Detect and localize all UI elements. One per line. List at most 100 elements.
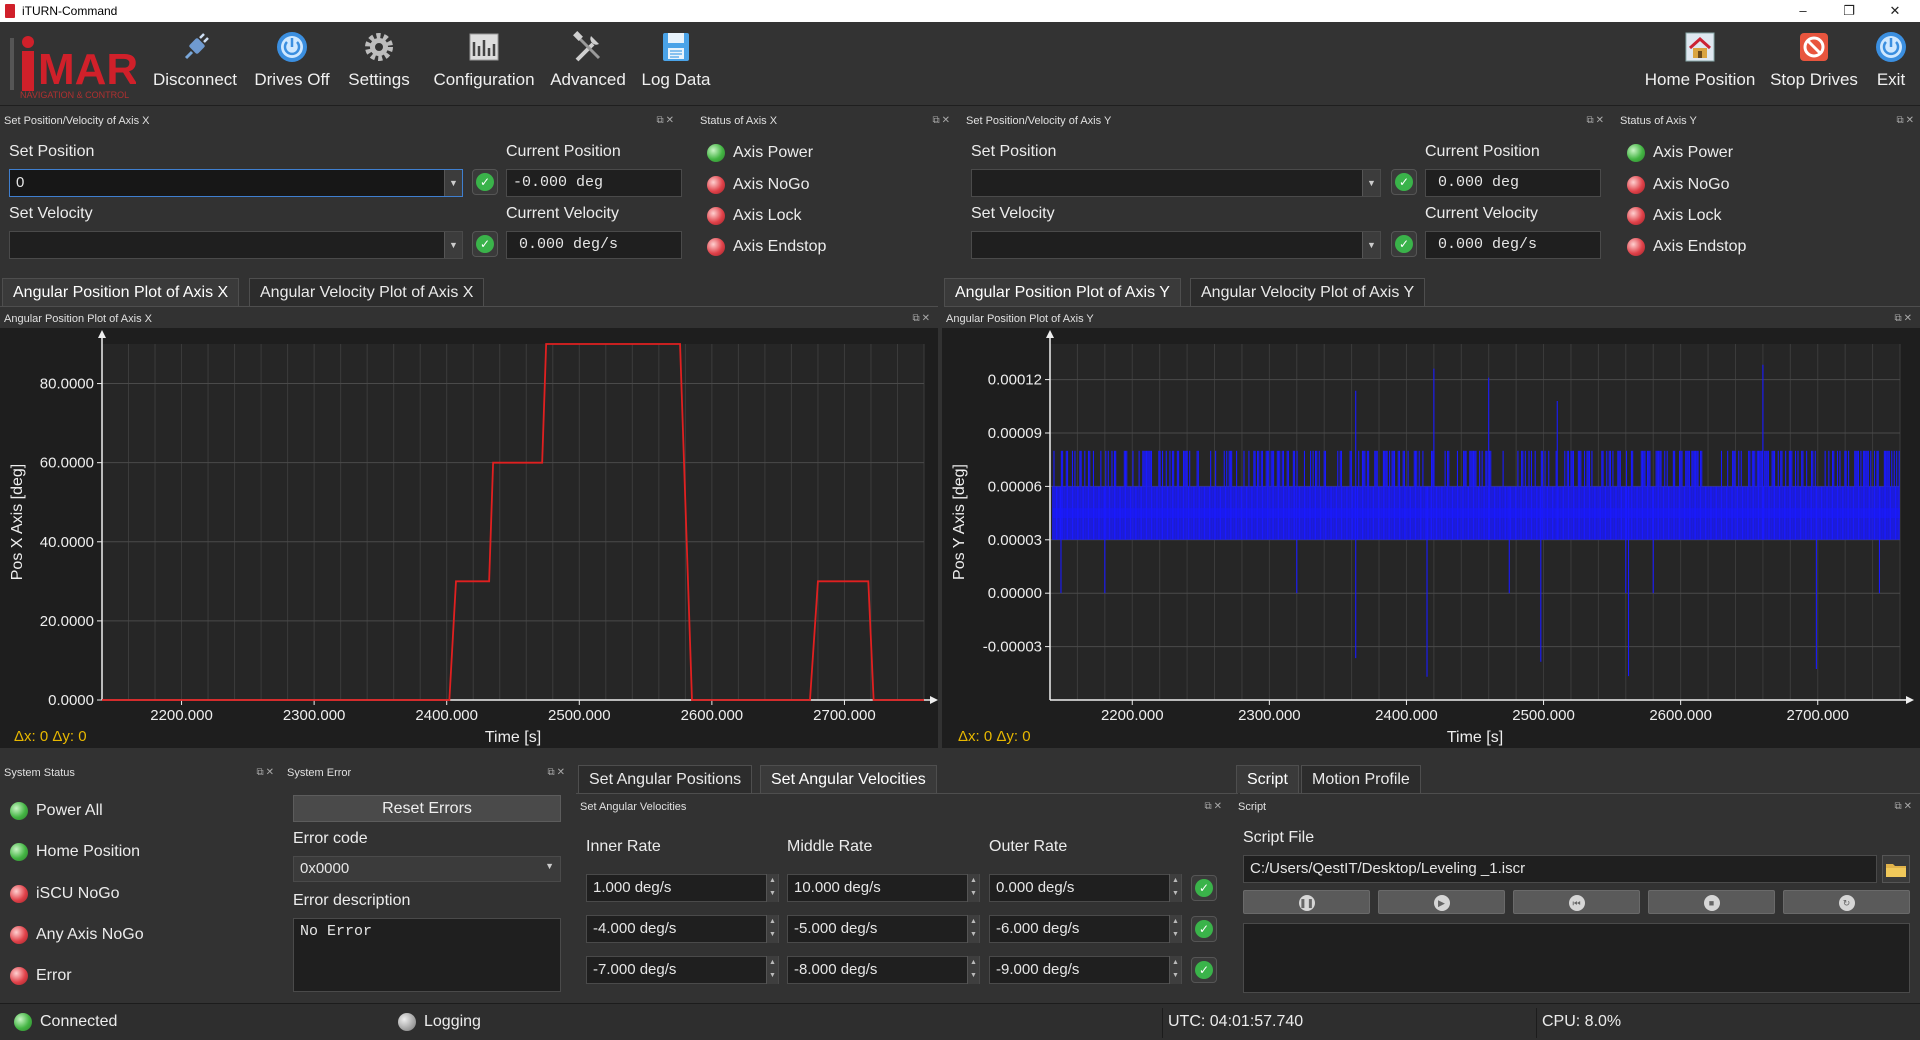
- set-position-input-y[interactable]: [971, 169, 1381, 197]
- dock-float-close-icons[interactable]: ⧉✕: [547, 765, 567, 781]
- tab-position-plot-x[interactable]: Angular Position Plot of Axis X: [2, 278, 240, 306]
- dock-float-close-icons[interactable]: ⧉✕: [912, 311, 932, 327]
- repeat-button[interactable]: ↻: [1783, 890, 1910, 914]
- tab-set-angular-velocities[interactable]: Set Angular Velocities: [760, 765, 937, 793]
- error-code-label: Error code: [293, 830, 368, 847]
- apply-position-button-x[interactable]: ✓: [472, 169, 498, 195]
- rate-input[interactable]: -9.000 deg/s: [989, 956, 1182, 984]
- spin-buttons-icon[interactable]: ▲ ▼: [1169, 915, 1181, 943]
- script-file-input[interactable]: C:/Users/QestIT/Desktop/Leveling _1.iscr: [1243, 855, 1877, 883]
- app-icon: [5, 4, 15, 18]
- set-velocity-input-x[interactable]: [9, 231, 463, 259]
- dock-float-close-icons[interactable]: ⧉✕: [1586, 113, 1606, 129]
- stop-drives-button[interactable]: Stop Drives: [1766, 30, 1862, 102]
- skip-back-button[interactable]: ⏮: [1513, 890, 1640, 914]
- stop-button[interactable]: ■: [1648, 890, 1775, 914]
- settings-button[interactable]: Settings: [342, 30, 416, 102]
- y-axis-label: Pos Y Axis [deg]: [951, 464, 968, 580]
- dock-float-close-icons[interactable]: ⧉✕: [1894, 311, 1914, 327]
- script-output-box: [1243, 923, 1910, 993]
- drives-off-button[interactable]: Drives Off: [250, 30, 334, 102]
- rate-input[interactable]: 1.000 deg/s: [586, 874, 779, 902]
- dock-float-close-icons[interactable]: ⧉✕: [1896, 113, 1916, 129]
- dock-float-close-icons[interactable]: ⧉✕: [1894, 799, 1914, 815]
- dock-float-close-icons[interactable]: ⧉✕: [1204, 799, 1224, 815]
- chevron-down-icon[interactable]: ▼: [444, 232, 462, 258]
- rate-input[interactable]: -7.000 deg/s: [586, 956, 779, 984]
- status-label-axis-lock-y: Axis Lock: [1653, 207, 1722, 224]
- close-button[interactable]: ✕: [1878, 1, 1912, 21]
- delta-readout-y: Δx: 0 Δy: 0: [958, 728, 1031, 745]
- pause-button[interactable]: ❚❚: [1243, 890, 1370, 914]
- spin-buttons-icon[interactable]: ▲ ▼: [766, 915, 778, 943]
- x-axis-label: Time [s]: [1447, 729, 1503, 746]
- apply-position-button-y[interactable]: ✓: [1391, 169, 1417, 195]
- status-led-axis-nogo-x: [707, 176, 725, 194]
- disconnect-button[interactable]: Disconnect: [150, 30, 240, 102]
- dock-float-close-icons[interactable]: ⧉✕: [656, 113, 676, 129]
- rate-input[interactable]: 0.000 deg/s: [989, 874, 1182, 902]
- log-data-button[interactable]: Log Data: [636, 30, 716, 102]
- y-tick-label: 0.00012: [988, 372, 1042, 389]
- tab-velocity-plot-x[interactable]: Angular Velocity Plot of Axis X: [249, 278, 485, 306]
- minimize-button[interactable]: –: [1786, 1, 1820, 21]
- dock-float-close-icons[interactable]: ⧉✕: [256, 765, 276, 781]
- chevron-down-icon[interactable]: ▼: [1362, 170, 1380, 196]
- rate-input[interactable]: -6.000 deg/s: [989, 915, 1182, 943]
- tab-velocity-plot-y[interactable]: Angular Velocity Plot of Axis Y: [1190, 278, 1426, 306]
- apply-rate-button[interactable]: ✓: [1191, 875, 1217, 901]
- rate-input[interactable]: -8.000 deg/s: [787, 956, 980, 984]
- maximize-button[interactable]: ❐: [1832, 1, 1866, 21]
- chevron-down-icon[interactable]: ▼: [1362, 232, 1380, 258]
- rate-input[interactable]: 10.000 deg/s: [787, 874, 980, 902]
- spin-buttons-icon[interactable]: ▲ ▼: [967, 874, 979, 902]
- tab-motion-profile[interactable]: Motion Profile: [1301, 765, 1421, 793]
- dock-header-set-axis-x: Set Position/Velocity of Axis X ⧉✕: [4, 113, 676, 129]
- spin-buttons-icon[interactable]: ▲ ▼: [967, 956, 979, 984]
- spin-buttons-icon[interactable]: ▲ ▼: [967, 915, 979, 943]
- home-icon: [1685, 32, 1715, 62]
- spin-buttons-icon[interactable]: ▲ ▼: [1169, 874, 1181, 902]
- position-plot-x[interactable]: 2200.000 2300.000 2400.000 2500.000 2600.000…: [0, 328, 938, 748]
- x-tick-label: 2200.000: [1101, 707, 1164, 724]
- dock-header-plot-y: Angular Position Plot of Axis Y ⧉✕: [946, 311, 1914, 327]
- set-velocity-input-y[interactable]: [971, 231, 1381, 259]
- status-led-axis-nogo-y: [1627, 176, 1645, 194]
- set-velocity-label-x: Set Velocity: [9, 205, 93, 222]
- x-axis-label: Time [s]: [485, 729, 541, 746]
- apply-velocity-button-x[interactable]: ✓: [472, 231, 498, 257]
- check-icon: ✓: [476, 173, 494, 191]
- spin-buttons-icon[interactable]: ▲ ▼: [766, 874, 778, 902]
- utc-time: UTC: 04:01:57.740: [1168, 1013, 1304, 1030]
- home-position-button[interactable]: Home Position: [1640, 30, 1760, 102]
- set-position-input-x[interactable]: 0: [9, 169, 463, 197]
- apply-rate-button[interactable]: ✓: [1191, 957, 1217, 983]
- tab-set-angular-positions[interactable]: Set Angular Positions: [578, 765, 753, 793]
- stop-icon: ■: [1703, 895, 1720, 911]
- spin-buttons-icon[interactable]: ▲ ▼: [1169, 956, 1181, 984]
- rate-input[interactable]: -4.000 deg/s: [586, 915, 779, 943]
- reset-errors-button[interactable]: Reset Errors: [293, 795, 561, 822]
- status-led-axis-lock-y: [1627, 207, 1645, 225]
- dock-float-close-icons[interactable]: ⧉✕: [932, 113, 952, 129]
- advanced-button[interactable]: Advanced: [548, 30, 628, 102]
- plot-area: [102, 344, 924, 700]
- chevron-down-icon[interactable]: ▼: [444, 170, 462, 196]
- apply-velocity-button-y[interactable]: ✓: [1391, 231, 1417, 257]
- play-button[interactable]: ▶: [1378, 890, 1505, 914]
- exit-button[interactable]: Exit: [1868, 30, 1914, 102]
- spin-buttons-icon[interactable]: ▲ ▼: [766, 956, 778, 984]
- apply-rate-button[interactable]: ✓: [1191, 916, 1217, 942]
- tab-position-plot-y[interactable]: Angular Position Plot of Axis Y: [944, 278, 1181, 306]
- connected-led: [14, 1013, 32, 1031]
- error-description-label: Error description: [293, 892, 411, 909]
- current-velocity-label-y: Current Velocity: [1425, 205, 1538, 222]
- tab-script[interactable]: Script: [1236, 765, 1299, 793]
- configuration-button[interactable]: Configuration: [430, 30, 538, 102]
- dock-header-plot-x: Angular Position Plot of Axis X ⧉✕: [4, 311, 932, 327]
- inner-rate-header: Inner Rate: [586, 838, 661, 855]
- error-code-select[interactable]: 0x0000 ▼: [293, 856, 561, 882]
- rate-input[interactable]: -5.000 deg/s: [787, 915, 980, 943]
- browse-folder-button[interactable]: [1882, 855, 1910, 883]
- position-plot-y[interactable]: 2200.000 2300.000 2400.000 2500.000 2600.000…: [942, 328, 1920, 748]
